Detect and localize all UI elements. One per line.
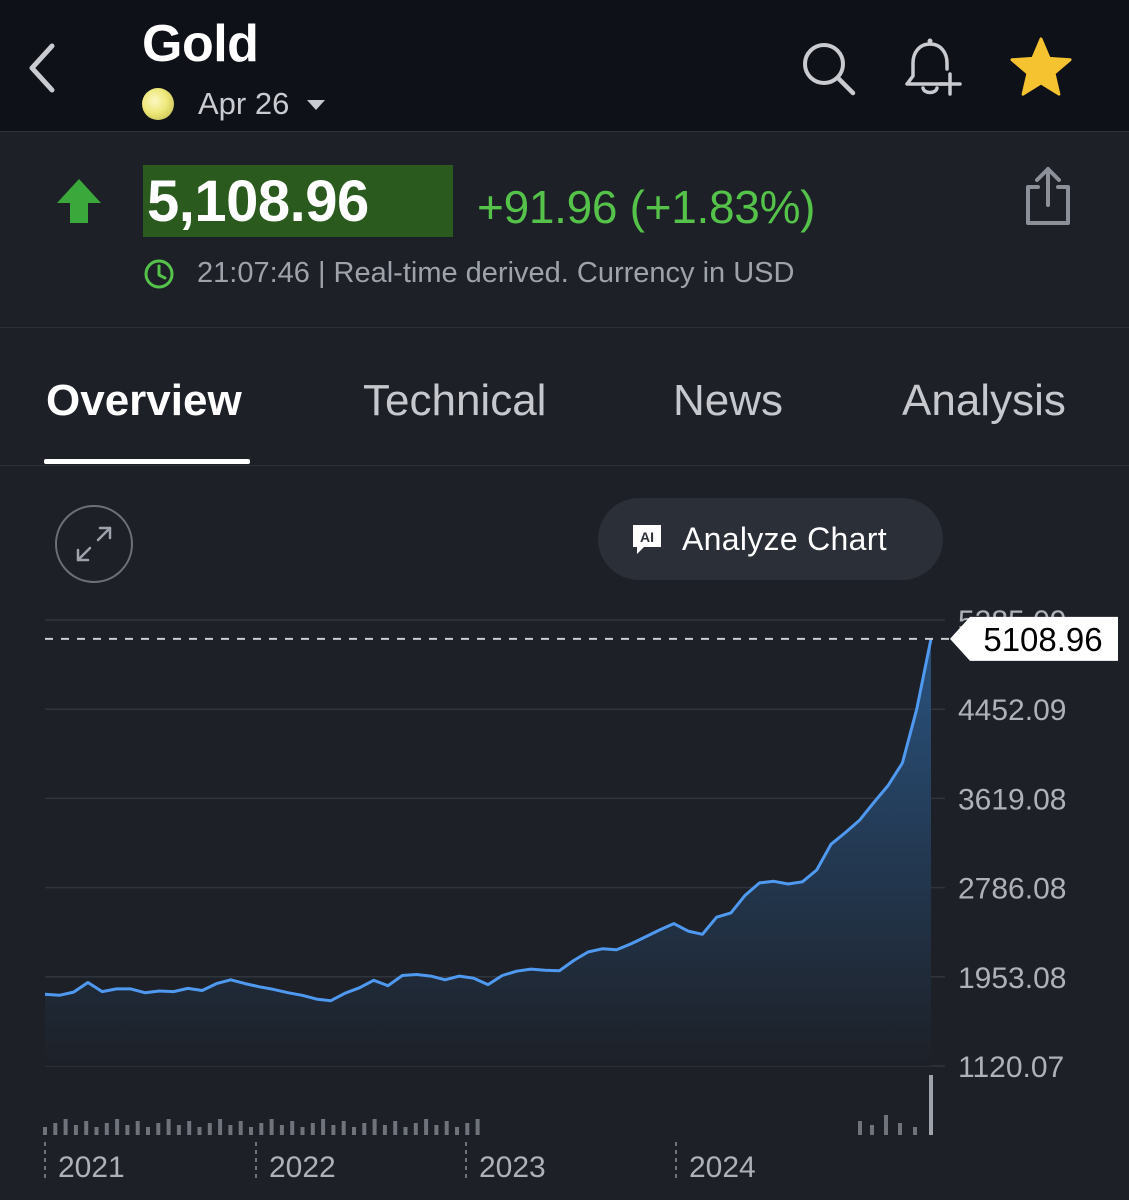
- analyze-chart-label: Analyze Chart: [682, 520, 887, 557]
- quote-meta: 21:07:46 | Real-time derived. Currency i…: [143, 257, 794, 290]
- active-tab-indicator: [44, 459, 250, 464]
- search-icon: [803, 43, 856, 96]
- price-chart[interactable]: 5285.094452.093619.082786.081953.081120.…: [0, 590, 1129, 1200]
- y-tick-label: 4452.09: [958, 694, 1066, 727]
- watchlist-button[interactable]: [1009, 36, 1073, 100]
- price-highlight: 5,108.96: [143, 165, 453, 237]
- y-tick-label: 1120.07: [958, 1051, 1064, 1084]
- back-button[interactable]: [18, 36, 66, 100]
- alert-button[interactable]: [900, 36, 964, 100]
- contract-selector[interactable]: Apr 26: [142, 84, 326, 124]
- current-price-label: 5108.96: [983, 621, 1102, 658]
- bell-plus-icon: [905, 38, 962, 96]
- price-area: [45, 638, 931, 1066]
- clock-icon: [143, 258, 175, 290]
- gold-coin-icon: [142, 88, 174, 120]
- share-icon: [1026, 167, 1070, 225]
- ai-chat-icon: AI: [633, 525, 661, 554]
- tab-bar: Overview Technical News Analysis: [0, 328, 1129, 466]
- analyze-chart-button[interactable]: AI Analyze Chart: [598, 498, 943, 580]
- x-tick-label: 2024: [689, 1151, 756, 1184]
- search-button[interactable]: [796, 36, 860, 100]
- page-title: Gold: [142, 15, 259, 73]
- y-tick-label: 1953.08: [958, 962, 1066, 995]
- share-button[interactable]: [1018, 164, 1078, 228]
- tab-analysis[interactable]: Analysis: [902, 376, 1066, 426]
- tab-news[interactable]: News: [673, 376, 783, 426]
- tab-technical[interactable]: Technical: [363, 376, 546, 426]
- star-icon: [1010, 37, 1072, 96]
- tab-overview[interactable]: Overview: [46, 376, 242, 426]
- x-tick-label: 2022: [269, 1151, 336, 1184]
- x-tick-label: 2021: [58, 1151, 125, 1184]
- y-tick-label: 3619.08: [958, 783, 1066, 816]
- contract-label: Apr 26: [198, 86, 290, 121]
- arrow-up-icon: [57, 179, 101, 223]
- y-tick-label: 2786.08: [958, 873, 1066, 906]
- back-icon: [29, 43, 55, 93]
- last-price: 5,108.96: [147, 168, 369, 234]
- expand-chart-button[interactable]: [55, 505, 133, 583]
- ai-badge-text: AI: [640, 529, 654, 545]
- expand-icon: [76, 526, 112, 562]
- price-change: +91.96 (+1.83%): [477, 181, 816, 233]
- chevron-down-icon: [307, 100, 326, 110]
- x-tick-label: 2023: [479, 1151, 546, 1184]
- quote-panel: 5,108.96 +91.96 (+1.83%) 21:07:46 | Real…: [0, 132, 1129, 328]
- quote-timestamp: 21:07:46 | Real-time derived. Currency i…: [197, 257, 795, 289]
- top-bar: Gold Apr 26: [0, 0, 1129, 132]
